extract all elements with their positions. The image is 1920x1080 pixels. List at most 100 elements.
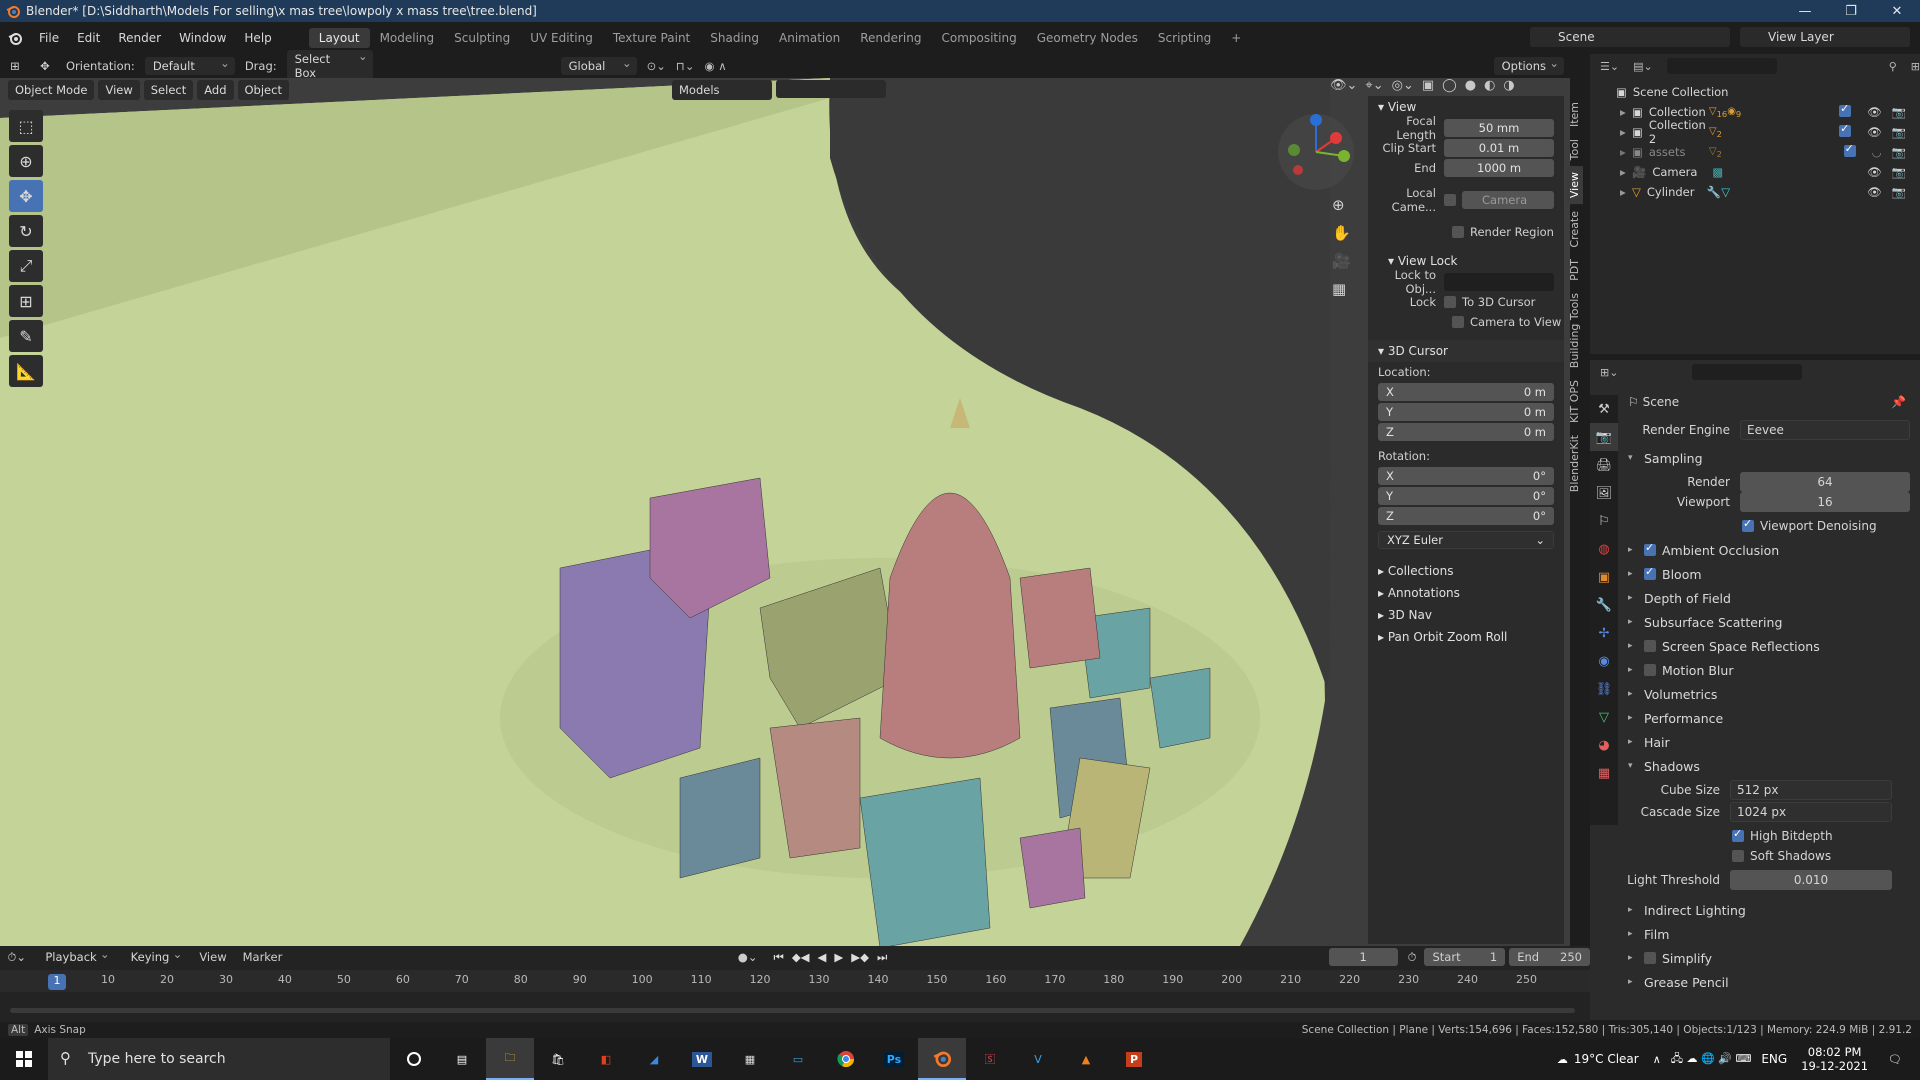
object-tab-icon[interactable]: ▣ xyxy=(1590,563,1618,591)
pan-hand-icon[interactable]: ✋ xyxy=(1332,224,1351,242)
render-section-row[interactable]: ▸ Grease Pencil xyxy=(1590,970,1920,994)
tab-scripting[interactable]: Scripting xyxy=(1148,28,1221,48)
models-search-input[interactable] xyxy=(776,80,886,98)
new-collection-icon[interactable]: ⊞ xyxy=(1911,60,1920,73)
render-section-row[interactable]: ▸ Indirect Lighting xyxy=(1590,898,1920,922)
play-reverse-icon[interactable]: ◀ xyxy=(818,950,827,965)
local-camera-checkbox[interactable] xyxy=(1444,194,1456,206)
app-icon-4[interactable]: 🅂 xyxy=(966,1038,1014,1080)
menu-file[interactable]: File xyxy=(30,31,68,45)
visibility-icon[interactable]: 👁⌄ xyxy=(1330,78,1357,93)
exclude-checkbox[interactable] xyxy=(1839,122,1852,137)
powerpoint-icon[interactable]: P xyxy=(1110,1038,1158,1080)
tray-icons[interactable]: 🖧 ☁ 🌐 🔊 ⌨ xyxy=(1671,1050,1752,1069)
eye-icon[interactable]: 👁 xyxy=(1867,165,1882,179)
render-section-row[interactable]: ▸ Hair xyxy=(1590,730,1920,754)
view-menu[interactable]: View xyxy=(98,80,140,100)
cube-size-dropdown[interactable]: 512 px xyxy=(1730,780,1892,800)
section-enable-checkbox[interactable] xyxy=(1644,952,1656,964)
lock-3d-cursor-checkbox[interactable] xyxy=(1444,296,1456,308)
snap-icon[interactable]: ⊓⌄ xyxy=(676,59,695,73)
close-button[interactable]: ✕ xyxy=(1874,0,1920,22)
photoshop-icon[interactable]: Ps xyxy=(870,1038,918,1080)
outliner-row[interactable]: ▸▣Collection 2 ▽2 👁📷 xyxy=(1590,118,1920,146)
viewport-denoising-checkbox[interactable] xyxy=(1742,517,1754,532)
file-explorer-icon[interactable]: 🗀 xyxy=(486,1038,534,1080)
timeline-scrollbar[interactable] xyxy=(10,1008,1575,1013)
tab-item[interactable]: Item xyxy=(1566,96,1583,133)
output-tab-icon[interactable]: 🖨 xyxy=(1590,451,1618,479)
transform-gizmo-icon[interactable]: ✥ xyxy=(30,59,60,73)
display-mode-icon[interactable]: ▤⌄ xyxy=(1633,60,1653,73)
tab-animation[interactable]: Animation xyxy=(769,28,850,48)
ortho-grid-icon[interactable]: ▦ xyxy=(1332,280,1351,298)
tool-tab-icon[interactable]: ⚒ xyxy=(1590,395,1618,423)
render-section-row[interactable]: ▸Ambient Occlusion xyxy=(1590,538,1920,562)
render-section-row[interactable]: ▸ Screen Space Reflections xyxy=(1590,634,1920,658)
render-section-row[interactable]: ▸ Motion Blur xyxy=(1590,658,1920,682)
scale-tool-icon[interactable]: ⤢ xyxy=(9,250,43,282)
soft-shadows-checkbox[interactable] xyxy=(1732,850,1744,862)
models-dropdown[interactable]: Models xyxy=(672,80,772,100)
annotations-section[interactable]: ▸ Annotations xyxy=(1368,582,1564,604)
tab-texture-paint[interactable]: Texture Paint xyxy=(603,28,700,48)
clip-end-field[interactable]: 1000 m xyxy=(1444,159,1554,177)
render-section-row[interactable]: ▸ Simplify xyxy=(1590,946,1920,970)
render-engine-dropdown[interactable]: Eevee xyxy=(1740,420,1910,440)
data-tab-icon[interactable]: ▽ xyxy=(1590,703,1618,731)
prev-keyframe-icon[interactable]: ◆◀ xyxy=(792,950,810,965)
camera-icon[interactable]: 📷 xyxy=(1892,105,1906,119)
rotation-mode-dropdown[interactable]: XYZ Euler ⌄ xyxy=(1378,531,1554,549)
tab-pdt[interactable]: PDT xyxy=(1566,253,1583,287)
tab-compositing[interactable]: Compositing xyxy=(931,28,1026,48)
frame-ruler[interactable]: 1102030405060708090100110120130140150160… xyxy=(0,970,1590,992)
tab-shading[interactable]: Shading xyxy=(700,28,769,48)
camera-view-icon[interactable]: 🎥 xyxy=(1332,252,1351,270)
tab-create[interactable]: Create xyxy=(1566,205,1583,254)
add-menu[interactable]: Add xyxy=(197,80,234,100)
measure-tool-icon[interactable]: 📐 xyxy=(9,355,43,387)
viewport-samples-field[interactable]: 16 xyxy=(1740,492,1910,512)
outliner-row[interactable]: ▸▣assets ▽2 ◡📷 xyxy=(1590,142,1920,162)
camera-icon[interactable]: 📷 xyxy=(1892,145,1906,159)
app-icon-2[interactable]: ▦ xyxy=(726,1038,774,1080)
render-tab-icon[interactable]: 📷 xyxy=(1590,423,1618,451)
sampling-section[interactable]: ▾ Sampling xyxy=(1590,446,1920,470)
material-tab-icon[interactable]: ◕ xyxy=(1590,731,1618,759)
vlc-icon[interactable]: ▲ xyxy=(1062,1038,1110,1080)
navigation-gizmo[interactable] xyxy=(1276,112,1356,192)
render-section-row[interactable]: ▸ Performance xyxy=(1590,706,1920,730)
auto-keying-icon[interactable]: ●⌄ xyxy=(738,950,758,964)
timeline-track-area[interactable] xyxy=(0,996,1580,1016)
menu-render[interactable]: Render xyxy=(109,31,170,45)
section-enable-checkbox[interactable] xyxy=(1644,565,1656,580)
local-camera-field[interactable]: Camera xyxy=(1462,191,1554,209)
jump-end-icon[interactable]: ⏭ xyxy=(877,950,887,965)
cursor-location-y[interactable]: Y 0 m xyxy=(1378,403,1554,421)
proportional-edit-icon[interactable]: ◉ ∧ xyxy=(705,59,727,73)
cursor-tool-icon[interactable]: ⊕ xyxy=(9,145,43,177)
focal-length-field[interactable]: 50 mm xyxy=(1444,119,1554,137)
scene-collection-row[interactable]: ▣ Scene Collection xyxy=(1590,82,1920,102)
view-layer-selector[interactable]: View Layer xyxy=(1740,27,1910,47)
outliner-row[interactable]: ▸▣Collection ▽16◉9 👁📷 xyxy=(1590,102,1920,122)
options-dropdown[interactable]: Options xyxy=(1493,56,1564,75)
render-section-row[interactable]: ▸ Film xyxy=(1590,922,1920,946)
notification-icon[interactable]: 🗨 xyxy=(1888,1053,1902,1066)
tab-kit-ops[interactable]: KIT OPS xyxy=(1566,374,1583,429)
add-workspace-icon[interactable]: + xyxy=(1221,28,1251,48)
cursor-rotation-y[interactable]: Y 0° xyxy=(1378,487,1554,505)
wireframe-shading-icon[interactable]: ◯ xyxy=(1442,78,1457,93)
camera-icon[interactable]: 📷 xyxy=(1892,125,1906,139)
play-icon[interactable]: ▶ xyxy=(834,950,843,965)
world-tab-icon[interactable]: ◍ xyxy=(1590,535,1618,563)
view-layer-tab-icon[interactable]: 🖼 xyxy=(1590,479,1618,507)
weather-text[interactable]: 19°C Clear xyxy=(1574,1052,1639,1066)
timeline-view-menu[interactable]: View xyxy=(199,950,226,964)
current-frame-field[interactable]: 1 xyxy=(1328,948,1398,966)
lock-to-object-field[interactable] xyxy=(1444,273,1554,291)
cursor-location-x[interactable]: X 0 m xyxy=(1378,383,1554,401)
render-section-row[interactable]: ▸Bloom xyxy=(1590,562,1920,586)
eye-hidden-icon[interactable]: ◡ xyxy=(1872,145,1882,159)
section-enable-checkbox[interactable] xyxy=(1644,664,1656,676)
